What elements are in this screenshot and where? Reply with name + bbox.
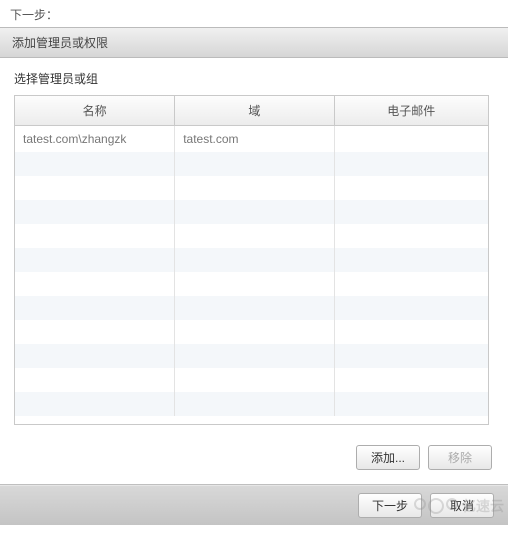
cell-email: [334, 126, 488, 153]
table-body: tatest.com\zhangzktatest.com: [15, 126, 488, 417]
table-row[interactable]: [15, 344, 488, 368]
cell-domain: [175, 176, 334, 200]
cell-name: [15, 272, 175, 296]
cell-email: [334, 176, 488, 200]
cell-email: [334, 320, 488, 344]
cell-domain: [175, 320, 334, 344]
cell-name: [15, 248, 175, 272]
cell-email: [334, 152, 488, 176]
cell-name: [15, 224, 175, 248]
cell-domain: [175, 368, 334, 392]
wizard-header-title: 添加管理员或权限: [12, 36, 108, 50]
cell-name: [15, 296, 175, 320]
col-header-domain[interactable]: 域: [175, 96, 334, 126]
table-header-row: 名称 域 电子邮件: [15, 96, 488, 126]
table-row[interactable]: [15, 200, 488, 224]
admin-table-container: 名称 域 电子邮件 tatest.com\zhangzktatest.com: [14, 95, 489, 425]
cell-name: [15, 176, 175, 200]
remove-button[interactable]: 移除: [428, 445, 492, 470]
cell-domain: [175, 200, 334, 224]
cell-name: [15, 344, 175, 368]
next-button[interactable]: 下一步: [358, 493, 422, 518]
step-label: 下一步：: [0, 0, 508, 27]
col-header-name[interactable]: 名称: [15, 96, 175, 126]
cell-domain: [175, 248, 334, 272]
cell-email: [334, 344, 488, 368]
cell-email: [334, 392, 488, 416]
table-row[interactable]: [15, 152, 488, 176]
cell-email: [334, 272, 488, 296]
cancel-button[interactable]: 取消: [430, 493, 494, 518]
table-row[interactable]: [15, 392, 488, 416]
table-row[interactable]: [15, 368, 488, 392]
add-button[interactable]: 添加...: [356, 445, 420, 470]
table-row[interactable]: [15, 248, 488, 272]
table-button-row: 添加... 移除: [0, 435, 508, 480]
wizard-header: 添加管理员或权限: [0, 27, 508, 58]
cell-domain: [175, 344, 334, 368]
cell-domain: tatest.com: [175, 126, 334, 153]
table-row[interactable]: [15, 176, 488, 200]
cell-domain: [175, 272, 334, 296]
col-header-email[interactable]: 电子邮件: [334, 96, 488, 126]
cell-name: [15, 368, 175, 392]
cell-domain: [175, 152, 334, 176]
content-area: 选择管理员或组 名称 域 电子邮件 tatest.com\zhangzktate…: [0, 58, 508, 435]
cell-name: [15, 392, 175, 416]
table-row[interactable]: tatest.com\zhangzktatest.com: [15, 126, 488, 153]
cell-email: [334, 296, 488, 320]
table-row[interactable]: [15, 320, 488, 344]
cell-domain: [175, 392, 334, 416]
cell-email: [334, 248, 488, 272]
cell-domain: [175, 296, 334, 320]
table-row[interactable]: [15, 272, 488, 296]
table-row[interactable]: [15, 296, 488, 320]
table-row[interactable]: [15, 224, 488, 248]
wizard-footer: 下一步 取消: [0, 485, 508, 525]
section-label: 选择管理员或组: [14, 70, 494, 87]
cell-name: tatest.com\zhangzk: [15, 126, 175, 153]
cell-email: [334, 224, 488, 248]
cell-name: [15, 152, 175, 176]
cell-email: [334, 368, 488, 392]
cell-email: [334, 200, 488, 224]
cell-name: [15, 320, 175, 344]
cell-domain: [175, 224, 334, 248]
cell-name: [15, 200, 175, 224]
admin-table: 名称 域 电子邮件 tatest.com\zhangzktatest.com: [15, 96, 488, 416]
